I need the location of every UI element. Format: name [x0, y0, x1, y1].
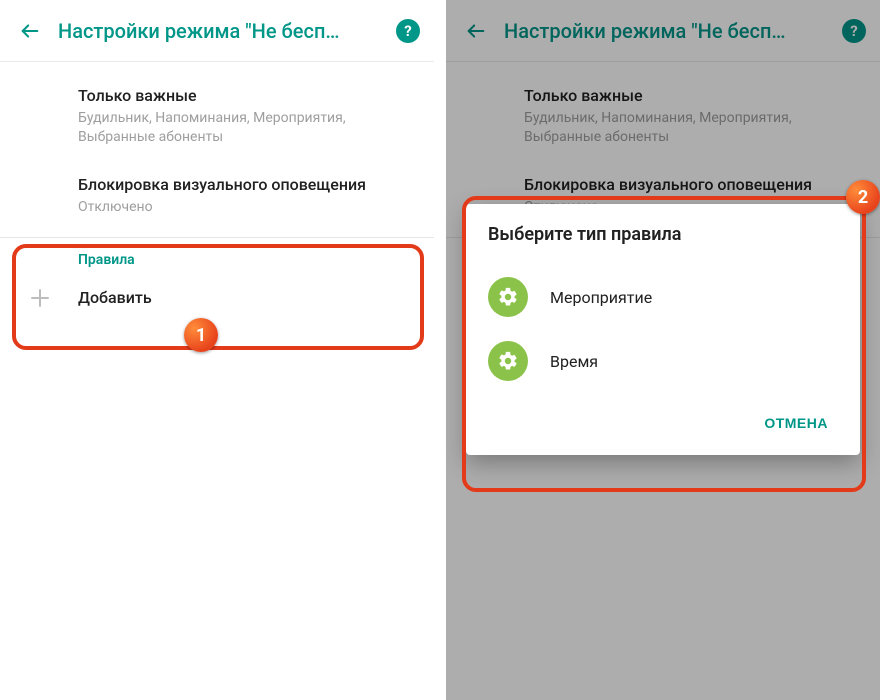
rule-type-dialog: Выберите тип правила Мероприятие Время О… — [466, 204, 860, 455]
plus-icon — [26, 284, 54, 312]
dialog-item-label: Время — [550, 352, 598, 371]
row-subtitle: Будильник, Напоминания, Мероприятия, Выб… — [78, 109, 414, 147]
row-subtitle: Отключено — [78, 198, 414, 217]
section-rules-label: Правила — [0, 238, 434, 274]
row-title: Блокировка визуального оповещения — [78, 175, 414, 194]
annotation-badge-1: 1 — [184, 318, 218, 352]
screen-settings: Настройки режима "Не бесп… ? Только важн… — [0, 0, 434, 700]
dialog-item-label: Мероприятие — [550, 288, 652, 307]
gear-icon — [488, 341, 528, 381]
arrow-left-icon — [19, 20, 41, 42]
add-rule-row[interactable]: Добавить — [0, 274, 434, 322]
row-block-visual[interactable]: Блокировка визуального оповещения Отключ… — [0, 161, 434, 231]
appbar: Настройки режима "Не бесп… ? — [0, 0, 434, 62]
help-icon: ? — [404, 22, 411, 40]
dialog-item-event[interactable]: Мероприятие — [488, 265, 838, 329]
help-button[interactable]: ? — [396, 19, 420, 43]
cancel-button[interactable]: ОТМЕНА — [754, 407, 838, 439]
add-rule-label: Добавить — [78, 288, 152, 307]
dialog-item-time[interactable]: Время — [488, 329, 838, 393]
row-title: Только важные — [78, 86, 414, 105]
gear-icon — [488, 277, 528, 317]
settings-content: Только важные Будильник, Напоминания, Ме… — [0, 62, 434, 322]
row-priority-only[interactable]: Только важные Будильник, Напоминания, Ме… — [0, 72, 434, 161]
appbar-title: Настройки режима "Не бесп… — [58, 19, 388, 43]
screen-dialog: Настройки режима "Не бесп… ? Только важн… — [446, 0, 880, 700]
dialog-actions: ОТМЕНА — [488, 393, 838, 447]
back-button[interactable] — [10, 11, 50, 51]
dialog-title: Выберите тип правила — [488, 224, 838, 245]
